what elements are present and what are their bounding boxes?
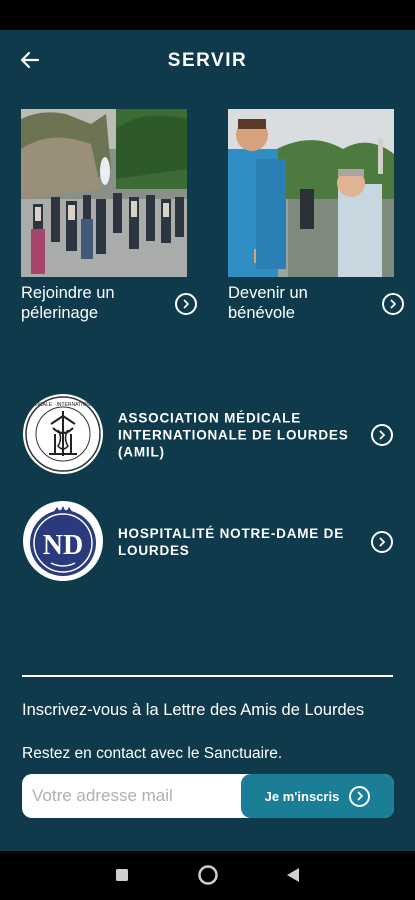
volunteer-photo bbox=[228, 109, 394, 277]
card-become-volunteer[interactable]: Devenir un bénévole bbox=[228, 109, 404, 327]
recents-button[interactable] bbox=[110, 863, 134, 887]
pilgrimage-photo bbox=[21, 109, 187, 277]
system-nav-bar bbox=[0, 851, 415, 900]
chevron-right-icon bbox=[349, 785, 371, 807]
back-nav-button[interactable] bbox=[281, 863, 305, 887]
amil-logo: MEDICALE · INTERNATIONALE bbox=[23, 394, 103, 474]
subscribe-label: Je m'inscris bbox=[264, 788, 340, 804]
email-input[interactable] bbox=[22, 774, 242, 818]
card-label: Rejoindre un pélerinage bbox=[21, 284, 115, 322]
chevron-right-icon bbox=[371, 531, 393, 553]
chevron-right-icon bbox=[371, 424, 393, 446]
newsletter-subtitle: Restez en contact avec le Sanctuaire. bbox=[22, 745, 283, 762]
app-header: SERVIR bbox=[0, 30, 415, 90]
amil-logo-text: MEDICALE · INTERNATIONALE bbox=[27, 402, 101, 408]
section-divider bbox=[22, 675, 393, 677]
circle-icon bbox=[198, 865, 218, 885]
newsletter-title: Inscrivez-vous à la Lettre des Amis de L… bbox=[22, 701, 365, 719]
status-bar bbox=[0, 0, 415, 30]
org-label: HOSPITALITÉ NOTRE-DAME DE LOURDES bbox=[118, 526, 344, 558]
newsletter-form: Je m'inscris bbox=[22, 774, 394, 818]
hospitalite-logo: ND bbox=[23, 501, 103, 581]
org-label: ASSOCIATION MÉDICALE INTERNATIONALE DE L… bbox=[118, 410, 349, 460]
triangle-back-icon bbox=[287, 868, 299, 882]
org-amil[interactable]: MEDICALE · INTERNATIONALE ASSOCIATION MÉ… bbox=[23, 394, 395, 476]
square-icon bbox=[116, 869, 128, 881]
svg-text:ND: ND bbox=[43, 530, 83, 561]
org-hospitalite[interactable]: ND HOSPITALITÉ NOTRE-DAME DE LOURDES bbox=[23, 501, 395, 583]
subscribe-button[interactable]: Je m'inscris bbox=[241, 774, 394, 818]
card-join-pilgrimage[interactable]: Rejoindre un pélerinage bbox=[21, 109, 197, 327]
chevron-right-icon bbox=[175, 293, 197, 315]
chevron-right-icon bbox=[382, 293, 404, 315]
page-title: SERVIR bbox=[167, 50, 248, 71]
card-label: Devenir un bénévole bbox=[228, 284, 308, 322]
home-button[interactable] bbox=[196, 863, 220, 887]
